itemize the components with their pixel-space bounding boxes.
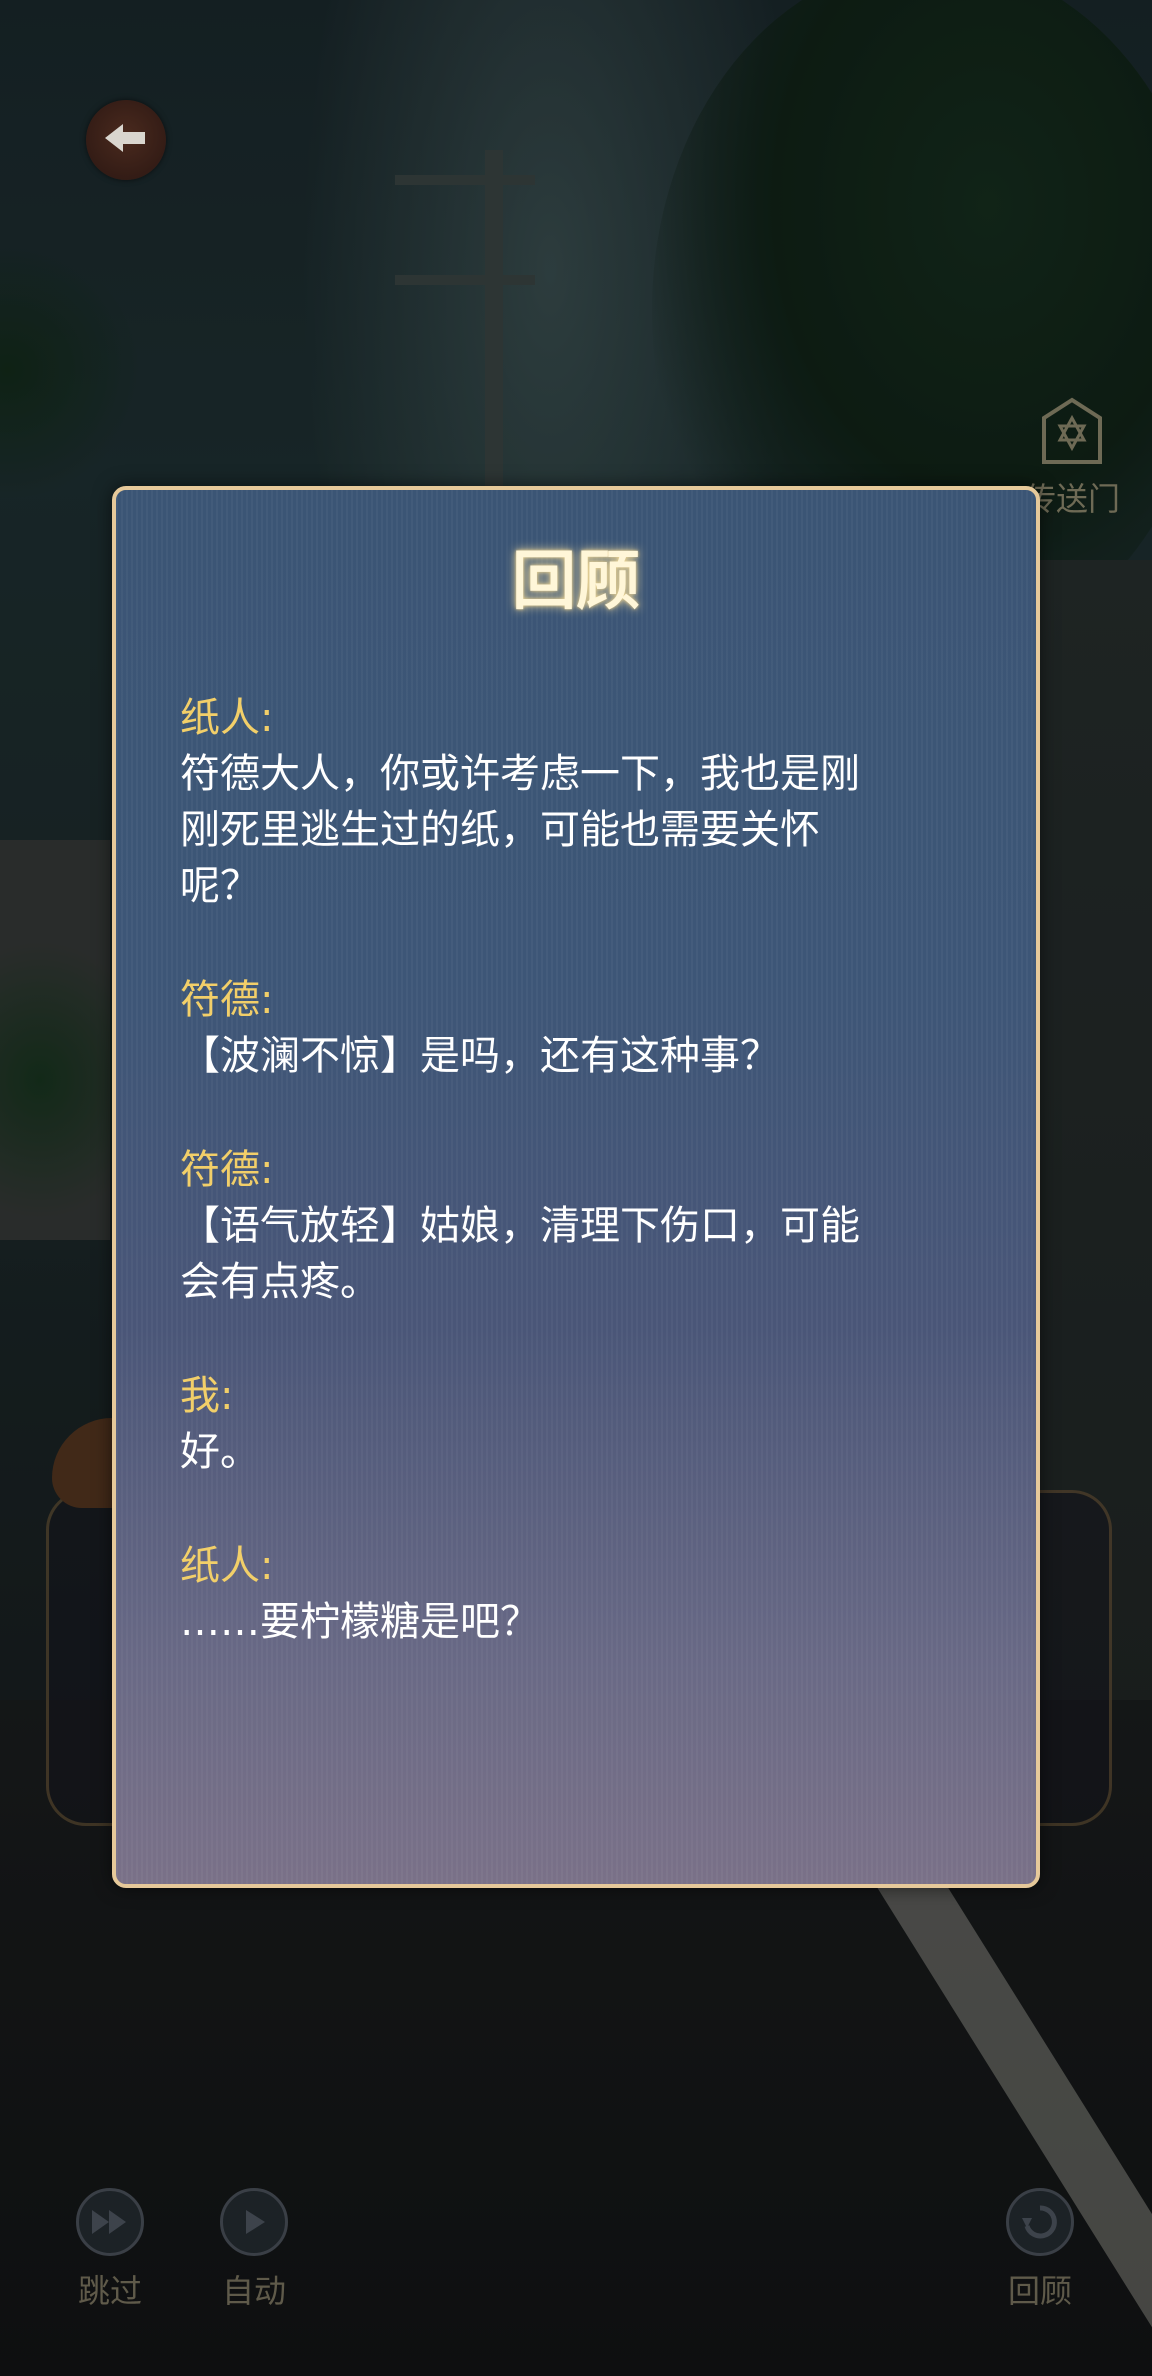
dialogue-line: 呢？ (180, 863, 260, 909)
arrow-left-icon (101, 118, 151, 162)
dialogue-line: 会有点疼。 (180, 1259, 380, 1305)
dialogue-line: 好。 (180, 1429, 260, 1475)
auto-label: 自动 (221, 2272, 286, 2310)
dialogue-line: ……要柠檬糖是吧？ (180, 1599, 540, 1645)
review-panel[interactable]: 回顾 纸人: 符德大人，你或许考虑一下，我也是刚 刚死里逃生过的纸，可能也需要关… (112, 486, 1040, 1888)
dialogue-line: 【语气放轻】姑娘，清理下伤口，可能 (180, 1203, 860, 1249)
dialogue-line: 符德大人，你或许考虑一下，我也是刚 (180, 751, 860, 797)
fast-forward-icon (76, 2188, 144, 2256)
review-label: 回顾 (1007, 2272, 1072, 2310)
review-entry: 符德: 【波澜不惊】是吗，还有这种事？ (180, 972, 980, 1084)
review-entry: 符德: 【语气放轻】姑娘，清理下伤口，可能 会有点疼。 (180, 1142, 980, 1310)
auto-button[interactable]: 自动 (220, 2188, 288, 2312)
review-entry: 纸人: 符德大人，你或许考虑一下，我也是刚 刚死里逃生过的纸，可能也需要关怀 呢… (180, 690, 980, 914)
speaker-name: 符德: (180, 977, 274, 1023)
hexagram-gate-icon (1034, 396, 1110, 470)
speaker-name: 纸人: (180, 695, 274, 741)
review-title: 回顾 (512, 544, 640, 619)
dialogue-line: 刚死里逃生过的纸，可能也需要关怀 (180, 807, 820, 853)
review-entry: 我: 好。 (180, 1368, 980, 1480)
speaker-name: 符德: (180, 1147, 274, 1193)
review-entries[interactable]: 纸人: 符德大人，你或许考虑一下，我也是刚 刚死里逃生过的纸，可能也需要关怀 呢… (180, 690, 980, 1708)
dialogue-line: 【波澜不惊】是吗，还有这种事？ (180, 1033, 780, 1079)
skip-label: 跳过 (77, 2272, 142, 2310)
back-button[interactable] (86, 100, 166, 180)
play-icon (220, 2188, 288, 2256)
review-entry: 纸人: ……要柠檬糖是吧？ (180, 1538, 980, 1650)
game-screen: 传送门 回顾 纸人: 符德大人，你或许考虑一下，我也是刚 刚死里逃生过的纸，可能… (0, 0, 1152, 2376)
history-icon (1006, 2188, 1074, 2256)
speaker-name: 纸人: (180, 1543, 274, 1589)
review-button[interactable]: 回顾 (1006, 2188, 1074, 2312)
skip-button[interactable]: 跳过 (76, 2188, 144, 2312)
speaker-name: 我: (180, 1373, 234, 1419)
